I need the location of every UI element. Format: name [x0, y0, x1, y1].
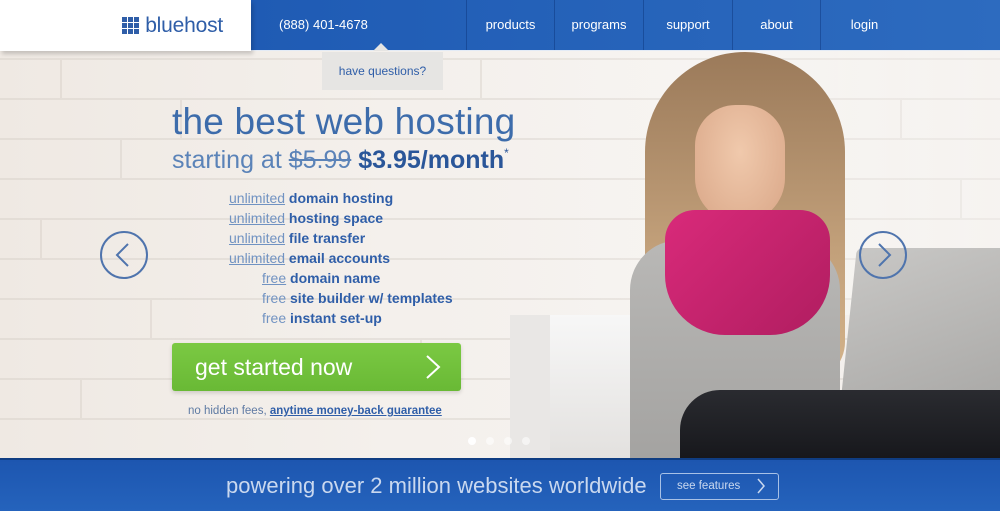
- brick-line: [80, 380, 82, 418]
- phone-number[interactable]: (888) 401-4678: [279, 0, 368, 50]
- hero-banner: [0, 0, 1000, 458]
- grid-icon: [122, 17, 140, 34]
- carousel-prev-button[interactable]: [100, 231, 148, 279]
- feature-text: hosting space: [288, 210, 384, 226]
- carousel-dots: [468, 437, 540, 445]
- feature-text: site builder w/ templates: [290, 290, 453, 306]
- feature-list: unlimited domain hosting unlimited hosti…: [229, 188, 453, 328]
- main-nav: products programs support about login: [466, 0, 908, 50]
- money-back-guarantee-link[interactable]: anytime money-back guarantee: [270, 405, 442, 417]
- nav-item-about[interactable]: about: [732, 0, 820, 50]
- feature-text: instant set-up: [290, 310, 382, 326]
- chevron-right-icon: [878, 243, 892, 267]
- feature-prefix: free: [262, 290, 287, 306]
- nav-item-programs[interactable]: programs: [554, 0, 643, 50]
- logo-text: bluehost: [145, 13, 223, 37]
- brick-line: [150, 300, 152, 338]
- feature-item: free domain name: [229, 268, 453, 288]
- old-price: $5.99: [288, 146, 352, 174]
- price-line: starting at $5.99 $3.95/month*: [172, 146, 509, 175]
- feature-item: free site builder w/ templates: [229, 288, 453, 308]
- brick-line: [480, 60, 482, 98]
- feature-item: unlimited email accounts: [229, 248, 453, 268]
- feature-prefix-link[interactable]: unlimited: [229, 230, 285, 246]
- new-price: $3.95/month: [358, 146, 505, 174]
- carousel-dot-4[interactable]: [522, 437, 530, 445]
- stats-bar: powering over 2 million websites worldwi…: [0, 458, 1000, 511]
- feature-item: unlimited hosting space: [229, 208, 453, 228]
- feature-text: domain hosting: [288, 190, 394, 206]
- feature-prefix-link[interactable]: unlimited: [229, 210, 285, 226]
- brick-line: [60, 60, 62, 98]
- feature-item: free instant set-up: [229, 308, 453, 328]
- nav-item-login[interactable]: login: [820, 0, 908, 50]
- feature-text: file transfer: [288, 230, 366, 246]
- carousel-dot-1[interactable]: [468, 437, 476, 445]
- get-started-button[interactable]: get started now: [172, 343, 461, 391]
- face: [695, 105, 785, 223]
- feature-prefix-link[interactable]: unlimited: [229, 190, 285, 206]
- have-questions-button[interactable]: have questions?: [322, 52, 443, 90]
- feature-text: email accounts: [288, 250, 391, 266]
- carousel-dot-3[interactable]: [504, 437, 512, 445]
- top-navigation-bar: (888) 401-4678 products programs support…: [251, 0, 1000, 51]
- get-started-label: get started now: [195, 354, 353, 380]
- nav-item-support[interactable]: support: [643, 0, 732, 50]
- hero-photo-woman-with-laptop: [510, 50, 1000, 458]
- feature-prefix: free: [262, 310, 287, 326]
- hero-headline: the best web hosting: [172, 101, 516, 142]
- feature-prefix-link[interactable]: unlimited: [229, 250, 285, 266]
- price-asterisk: *: [504, 146, 509, 160]
- carousel-dot-2[interactable]: [486, 437, 494, 445]
- chevron-left-icon: [115, 243, 129, 267]
- feature-text: domain name: [290, 270, 381, 286]
- legs: [680, 390, 1000, 458]
- brick-line: [120, 140, 122, 178]
- chevron-right-icon: [757, 478, 765, 494]
- brick-line: [40, 220, 42, 258]
- nav-item-products[interactable]: products: [466, 0, 554, 50]
- caret-up-icon: [373, 43, 389, 51]
- feature-item: unlimited file transfer: [229, 228, 453, 248]
- logo[interactable]: bluehost: [0, 0, 251, 51]
- starting-at-label: starting at: [172, 146, 282, 174]
- chevron-right-icon: [426, 355, 441, 379]
- feature-prefix-link[interactable]: free: [262, 270, 286, 286]
- see-features-label: see features: [677, 480, 741, 492]
- powering-tagline: powering over 2 million websites worldwi…: [226, 473, 647, 498]
- feature-item: unlimited domain hosting: [229, 188, 453, 208]
- scarf: [665, 210, 830, 335]
- no-hidden-fees-text: no hidden fees,: [188, 405, 267, 417]
- see-features-button[interactable]: see features: [660, 473, 779, 500]
- carousel-next-button[interactable]: [859, 231, 907, 279]
- guarantee-note: no hidden fees, anytime money-back guara…: [188, 405, 442, 417]
